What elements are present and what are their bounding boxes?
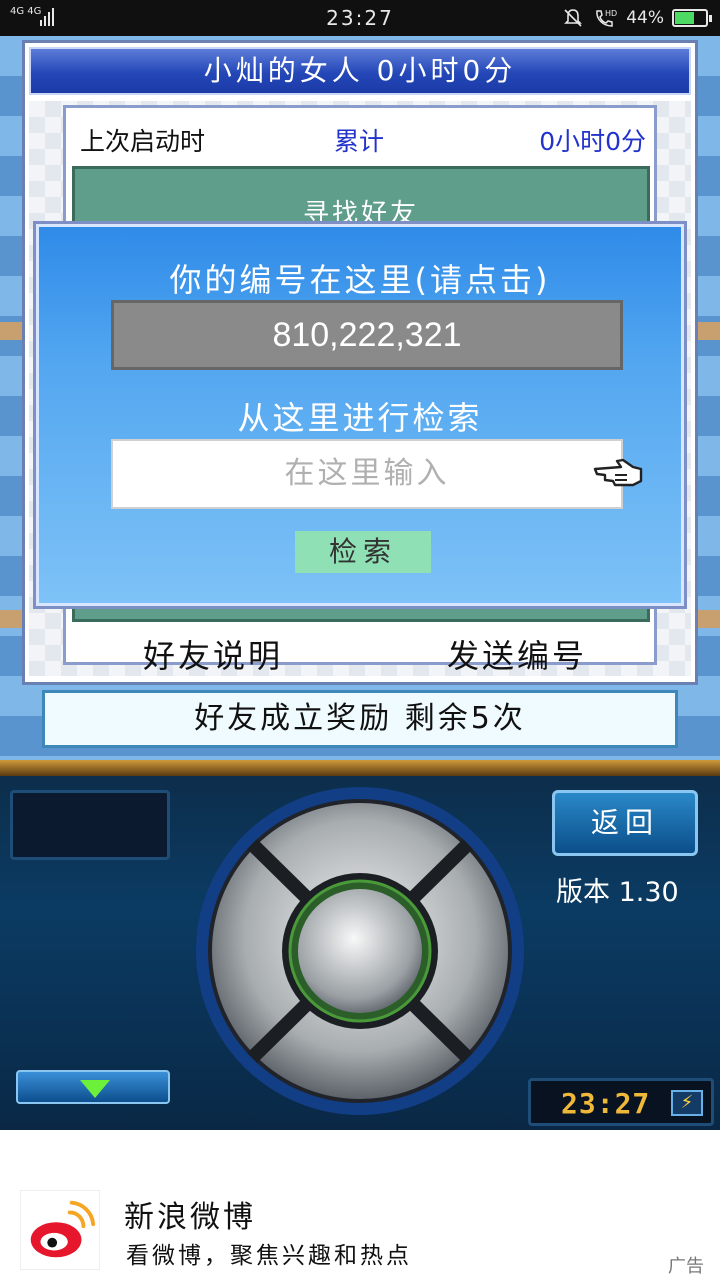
ad-description: 看微博，聚焦兴趣和热点 <box>126 1243 412 1269</box>
back-button[interactable]: 返回 <box>552 790 698 856</box>
ad-tag: 广告 <box>668 1256 704 1277</box>
down-arrow-icon <box>80 1080 110 1098</box>
send-id-button[interactable]: 发送编号 <box>447 631 587 677</box>
version-label: 版本 1.30 <box>556 877 679 908</box>
play-time-row: 上次启动时 累计 0小时0分 <box>80 122 646 158</box>
device-top-rail <box>0 760 720 776</box>
player-id-box[interactable]: 810,222,321 <box>111 300 623 370</box>
scroll-down-button[interactable] <box>16 1070 170 1104</box>
hd-label: HD <box>605 9 617 18</box>
hd-call-icon: HD <box>596 9 617 27</box>
search-input[interactable]: 在这里输入 <box>111 439 623 509</box>
weibo-logo-icon <box>20 1190 100 1270</box>
dpad-control[interactable] <box>190 786 530 1116</box>
mute-bell-icon <box>564 9 583 27</box>
id-dialog: 你的编号在这里(请点击) 810,222,321 从这里进行检索 在这里输入 检… <box>36 224 684 606</box>
total-value: 0小时0分 <box>539 127 646 156</box>
device-display <box>10 790 170 860</box>
friend-help-button[interactable]: 好友说明 <box>143 631 283 677</box>
total-label: 累计 <box>334 127 385 156</box>
status-right-group: HD 44% <box>562 6 712 30</box>
search-button[interactable]: 检索 <box>295 531 431 573</box>
battery-percent: 44% <box>626 8 664 28</box>
battery-icon <box>672 9 712 27</box>
device-clock: 23:27 ⚡ <box>528 1078 714 1126</box>
charging-bolt-icon: ⚡ <box>671 1090 703 1116</box>
device-controller: 返回 版本 1.30 23:27 ⚡ <box>0 760 720 1130</box>
search-heading: 从这里进行检索 <box>237 399 483 437</box>
window-bottom-links: 好友说明 发送编号 <box>29 631 691 675</box>
ad-app-name: 新浪微博 <box>124 1200 256 1235</box>
friend-reward-bar: 好友成立奖励 剩余5次 <box>42 690 678 748</box>
window-title: 小灿的女人 0小时0分 <box>29 47 691 95</box>
ad-banner[interactable]: 新浪微博 看微博，聚焦兴趣和热点 广告 <box>0 1130 720 1280</box>
device-clock-time: 23:27 <box>561 1087 651 1120</box>
status-bar: 4G 4G 23:27 HD 44% <box>0 0 720 36</box>
pointing-hand-icon <box>593 458 643 487</box>
your-id-heading: 你的编号在这里(请点击) <box>169 261 551 299</box>
last-start-label: 上次启动时 <box>80 127 206 156</box>
